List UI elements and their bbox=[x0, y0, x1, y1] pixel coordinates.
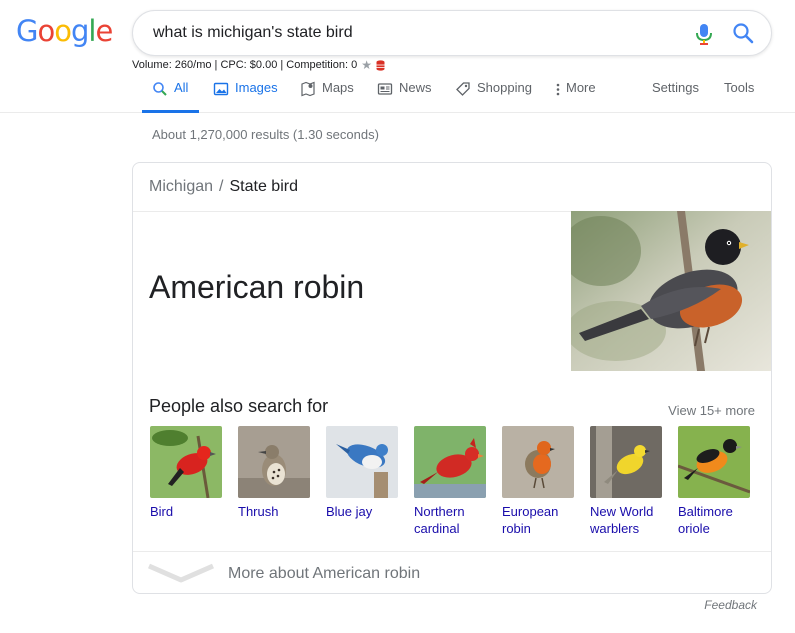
tab-maps[interactable]: Maps bbox=[300, 80, 354, 113]
search-icon[interactable] bbox=[731, 21, 755, 45]
people-also-search-title: People also search for bbox=[149, 396, 329, 416]
tab-label: Tools bbox=[724, 80, 755, 95]
google-logo[interactable]: Google bbox=[16, 14, 113, 48]
knowledge-panel: Michigan / State bird American robin Peo… bbox=[132, 162, 772, 594]
tab-tools[interactable]: Tools bbox=[724, 80, 754, 113]
related-item-label: Baltimore oriole bbox=[678, 503, 750, 537]
cardinal-image[interactable] bbox=[414, 426, 486, 498]
image-icon bbox=[213, 81, 229, 97]
more-about-link[interactable]: More about American robin bbox=[228, 565, 420, 583]
tab-label: News bbox=[399, 80, 432, 95]
tab-images[interactable]: Images bbox=[213, 80, 278, 113]
logo-letter: o bbox=[37, 14, 55, 48]
search-tabs: All Images Maps News Shopping More Setti… bbox=[0, 72, 795, 113]
label-line: cardinal bbox=[414, 521, 460, 536]
related-item-label: Blue jay bbox=[326, 503, 398, 520]
related-item-label: Thrush bbox=[238, 503, 310, 520]
breadcrumb-current: State bird bbox=[229, 178, 298, 195]
related-item-label: Bird bbox=[150, 503, 222, 520]
label-line: Baltimore bbox=[678, 504, 733, 519]
label-line: Bird bbox=[150, 504, 174, 519]
breadcrumb-parent[interactable]: Michigan bbox=[149, 178, 213, 195]
tab-label: Images bbox=[235, 80, 278, 95]
more-vert-icon bbox=[554, 81, 562, 97]
logo-letter: e bbox=[95, 14, 113, 48]
logo-letter: l bbox=[88, 14, 96, 48]
map-pin-icon bbox=[300, 81, 316, 97]
tab-label: More bbox=[566, 80, 596, 95]
tab-settings[interactable]: Settings bbox=[652, 80, 699, 113]
tab-all[interactable]: All bbox=[142, 80, 199, 113]
star-icon[interactable]: ★ bbox=[361, 58, 372, 72]
related-item-northern-cardinal[interactable]: Northern cardinal bbox=[414, 426, 486, 537]
keyword-stats-text: Volume: 260/mo | CPC: $0.00 | Competitio… bbox=[132, 59, 358, 71]
warbler-image[interactable] bbox=[590, 426, 662, 498]
label-line: Northern bbox=[414, 504, 465, 519]
related-item-label: New World warblers bbox=[590, 503, 662, 537]
oriole-image[interactable] bbox=[678, 426, 750, 498]
answer-title: American robin bbox=[149, 269, 365, 305]
related-item-bird[interactable]: Bird bbox=[150, 426, 222, 520]
chevron-down-icon[interactable] bbox=[147, 562, 215, 584]
tab-label: Maps bbox=[322, 80, 354, 95]
label-line: New World bbox=[590, 504, 654, 519]
tab-shopping[interactable]: Shopping bbox=[455, 80, 532, 113]
label-line: Thrush bbox=[238, 504, 279, 519]
breadcrumb-separator: / bbox=[219, 178, 224, 195]
european-robin-image[interactable] bbox=[502, 426, 574, 498]
related-item-thrush[interactable]: Thrush bbox=[238, 426, 310, 520]
related-item-label: European robin bbox=[502, 503, 574, 537]
label-line: warblers bbox=[590, 521, 640, 536]
red-bird-image[interactable] bbox=[150, 426, 222, 498]
news-icon bbox=[377, 81, 393, 97]
related-item-label: Northern cardinal bbox=[414, 503, 486, 537]
logo-letter: g bbox=[70, 14, 89, 48]
breadcrumb: Michigan / State bird bbox=[149, 178, 298, 196]
search-box[interactable] bbox=[132, 10, 772, 56]
result-stats: About 1,270,000 results (1.30 seconds) bbox=[152, 127, 379, 142]
search-icon bbox=[152, 81, 168, 97]
blue-jay-image[interactable] bbox=[326, 426, 398, 498]
related-item-new-world-warblers[interactable]: New World warblers bbox=[590, 426, 662, 537]
label-line: oriole bbox=[678, 521, 710, 536]
logo-letter: G bbox=[16, 14, 39, 48]
feedback-link[interactable]: Feedback bbox=[704, 598, 757, 612]
tab-label: Settings bbox=[652, 80, 699, 95]
thrush-image[interactable] bbox=[238, 426, 310, 498]
label-line: European bbox=[502, 504, 559, 519]
tag-icon bbox=[455, 81, 471, 97]
logo-letter: o bbox=[54, 14, 72, 48]
label-line: Blue jay bbox=[326, 504, 373, 519]
label-line: robin bbox=[502, 521, 531, 536]
related-item-blue-jay[interactable]: Blue jay bbox=[326, 426, 398, 520]
tab-label: Shopping bbox=[477, 80, 532, 95]
microphone-icon[interactable] bbox=[693, 22, 715, 46]
related-item-baltimore-oriole[interactable]: Baltimore oriole bbox=[678, 426, 750, 537]
search-input[interactable] bbox=[153, 11, 683, 55]
tab-label: All bbox=[174, 80, 189, 95]
keyword-stats-bar: Volume: 260/mo | CPC: $0.00 | Competitio… bbox=[132, 58, 385, 72]
related-item-european-robin[interactable]: European robin bbox=[502, 426, 574, 537]
american-robin-image[interactable] bbox=[561, 211, 771, 371]
tab-news[interactable]: News bbox=[377, 80, 432, 113]
database-icon[interactable] bbox=[376, 59, 385, 71]
divider bbox=[133, 551, 771, 552]
view-more-link[interactable]: View 15+ more bbox=[668, 403, 755, 418]
tab-more[interactable]: More bbox=[554, 80, 596, 113]
